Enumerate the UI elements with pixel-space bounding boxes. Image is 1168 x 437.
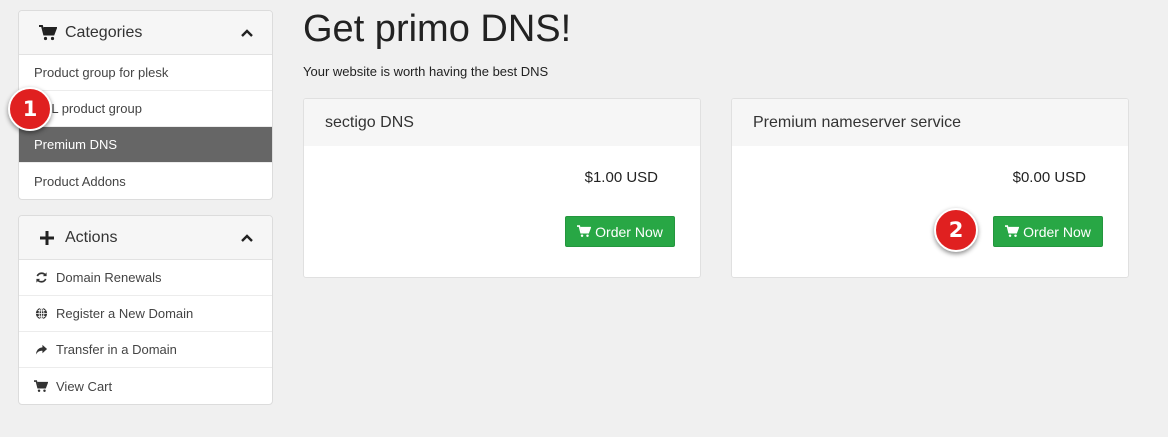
step-marker-2: 2 xyxy=(934,208,978,252)
sidebar-item-label: Register a New Domain xyxy=(56,306,194,321)
cart-icon xyxy=(34,379,48,393)
order-now-label: Order Now xyxy=(595,223,663,240)
order-now-button[interactable]: Order Now xyxy=(993,216,1103,247)
chevron-up-icon[interactable] xyxy=(240,231,254,245)
actions-heading[interactable]: Actions xyxy=(19,216,272,260)
chevron-up-icon[interactable] xyxy=(240,26,254,40)
cart-icon xyxy=(1005,225,1020,239)
categories-heading[interactable]: Categories xyxy=(19,11,272,55)
categories-panel: Categories Product group for plesk SSL p… xyxy=(18,10,273,200)
actions-panel: Actions Domain Renewals Register a New D… xyxy=(18,215,273,405)
sidebar-item-domain-renewals[interactable]: Domain Renewals xyxy=(19,260,272,296)
sidebar-item-label: Product Addons xyxy=(34,173,126,189)
sidebar-item-register-domain[interactable]: Register a New Domain xyxy=(19,296,272,332)
sidebar-item-label: Product group for plesk xyxy=(34,65,169,80)
sidebar-item-product-group-for-plesk[interactable]: Product group for plesk xyxy=(19,55,272,91)
actions-title: Actions xyxy=(65,228,118,246)
product-price: $0.00 USD xyxy=(1012,169,1086,186)
product-name: sectigo DNS xyxy=(304,99,700,146)
sidebar-item-product-addons[interactable]: Product Addons xyxy=(19,163,272,199)
sidebar-item-label: Domain Renewals xyxy=(56,270,162,285)
share-icon xyxy=(34,343,48,357)
sidebar-item-ssl-product-group[interactable]: SSL product group xyxy=(19,91,272,127)
order-now-button[interactable]: Order Now xyxy=(565,216,675,247)
refresh-icon xyxy=(34,271,48,285)
cart-icon xyxy=(39,24,57,42)
sidebar-item-premium-dns[interactable]: Premium DNS xyxy=(19,127,272,163)
globe-icon xyxy=(34,307,48,321)
sidebar-item-transfer-domain[interactable]: Transfer in a Domain xyxy=(19,332,272,368)
categories-title: Categories xyxy=(65,23,143,41)
page-title: Get primo DNS! xyxy=(303,8,572,50)
sidebar-item-label: Premium DNS xyxy=(34,137,118,152)
plus-icon xyxy=(39,229,57,247)
step-marker-1: 1 xyxy=(8,87,52,131)
product-price: $1.00 USD xyxy=(584,169,658,186)
product-card-premium-nameserver: Premium nameserver service $0.00 USD Ord… xyxy=(731,98,1129,278)
product-card-sectigo-dns: sectigo DNS $1.00 USD Order Now xyxy=(303,98,701,278)
sidebar-item-view-cart[interactable]: View Cart xyxy=(19,368,272,404)
sidebar-item-label: Transfer in a Domain xyxy=(56,342,177,357)
product-name: Premium nameserver service xyxy=(732,99,1128,146)
sidebar-item-label: View Cart xyxy=(56,378,113,394)
order-now-label: Order Now xyxy=(1023,223,1091,240)
page-tagline: Your website is worth having the best DN… xyxy=(303,64,549,79)
cart-icon xyxy=(577,225,592,239)
